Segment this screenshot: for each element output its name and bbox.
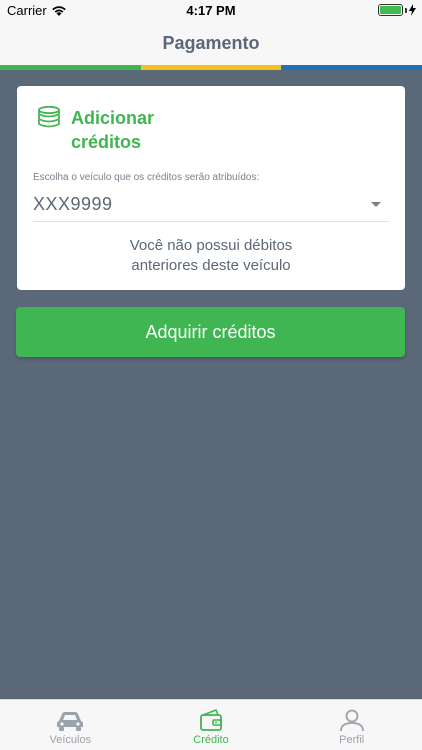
charging-bolt-icon xyxy=(409,4,416,16)
user-icon xyxy=(339,709,364,732)
buy-credits-button[interactable]: Adquirir créditos xyxy=(16,307,405,357)
tab-vehicles[interactable]: Veículos xyxy=(0,700,141,750)
battery-tip xyxy=(405,7,407,13)
strip-blue xyxy=(281,65,422,70)
coins-icon xyxy=(38,106,60,128)
chevron-down-icon[interactable] xyxy=(371,202,381,207)
no-debts-line-1: Você não possui débitos xyxy=(129,237,293,254)
tab-label-credit: Crédito xyxy=(193,734,229,746)
wallet-icon xyxy=(200,708,222,731)
vehicle-select[interactable]: XXX9999 xyxy=(33,188,389,222)
strip-green xyxy=(0,65,141,70)
no-debts-message: Você não possui débitos anteriores deste… xyxy=(17,236,405,276)
no-debts-line-2: anteriores deste veículo xyxy=(131,257,291,274)
add-credits-card: Adicionar créditos Escolha o veículo que… xyxy=(17,86,405,290)
card-header: Adicionar créditos xyxy=(37,106,211,154)
tab-bar: Veículos Crédito Perfil xyxy=(0,699,422,750)
tab-label-profile: Perfil xyxy=(339,734,365,746)
tab-label-vehicles: Veículos xyxy=(49,734,92,746)
status-bar: Carrier 4:17 PM xyxy=(0,0,422,22)
card-title: Adicionar créditos xyxy=(71,108,155,152)
page-title: Pagamento xyxy=(162,33,260,53)
vehicle-select-value: XXX9999 xyxy=(33,194,113,214)
tab-credit[interactable]: Crédito xyxy=(141,700,282,750)
status-time: 4:17 PM xyxy=(186,3,236,18)
battery-icon xyxy=(378,4,403,16)
navigation-bar: Pagamento xyxy=(0,22,422,65)
strip-yellow xyxy=(140,65,282,70)
vehicle-field-label: Escolha o veículo que os créditos serão … xyxy=(33,172,260,183)
car-icon xyxy=(57,712,84,731)
brand-color-strip xyxy=(0,65,422,70)
status-right xyxy=(378,4,416,16)
tab-profile[interactable]: Perfil xyxy=(281,700,422,750)
